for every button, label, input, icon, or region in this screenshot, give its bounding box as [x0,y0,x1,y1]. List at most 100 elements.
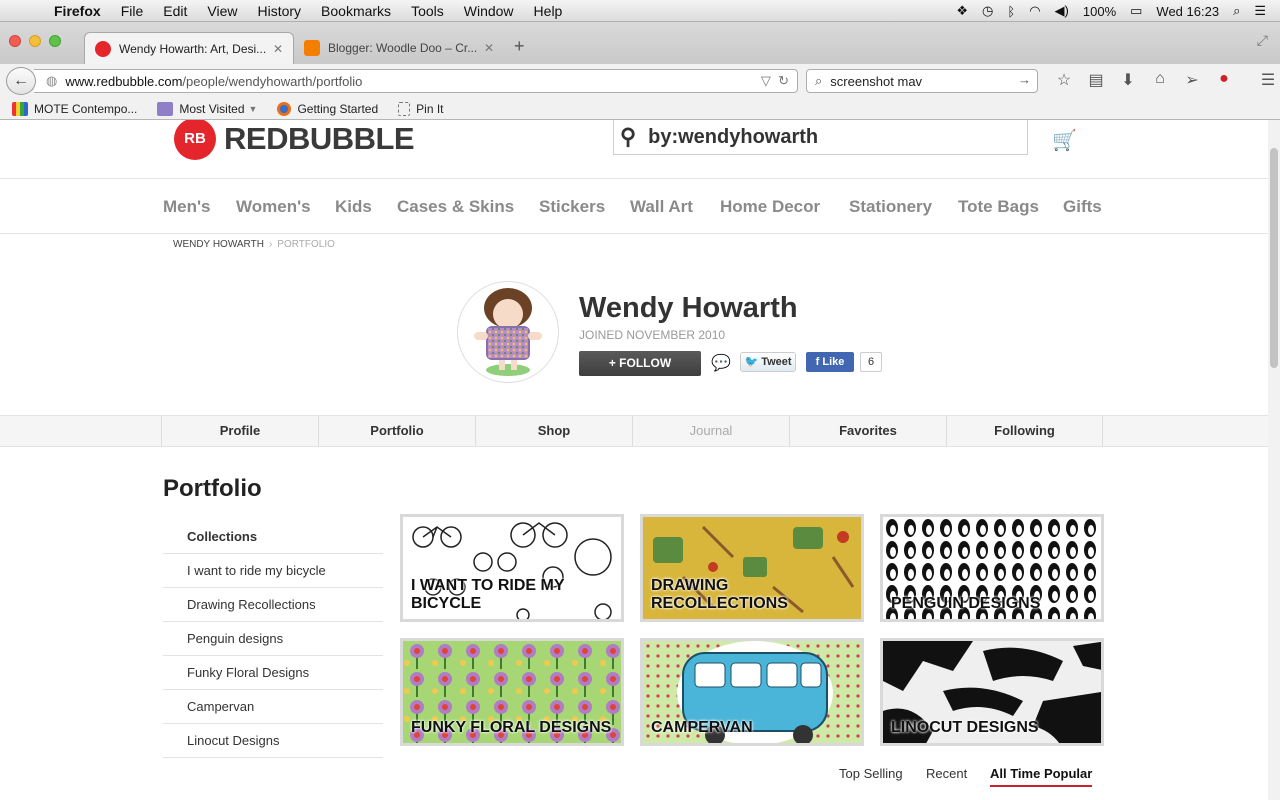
collection-link[interactable]: Linocut Designs [163,724,383,758]
category-gifts[interactable]: Gifts [1063,197,1102,217]
bookmark-pin-it[interactable]: Pin It [398,101,444,116]
menu-edit[interactable]: Edit [163,3,187,19]
avatar[interactable] [457,281,559,383]
url-path: /people/wendyhowarth/portfolio [182,73,363,89]
sort-recent[interactable]: Recent [926,766,967,781]
category-mens[interactable]: Men's [163,197,211,217]
tab-favorites[interactable]: Favorites [789,416,946,446]
app-menu[interactable]: Firefox [54,3,101,19]
collection-link[interactable]: Funky Floral Designs [163,656,383,690]
send-icon[interactable]: ➢ [1176,70,1208,90]
collection-link[interactable]: Drawing Recollections [163,588,383,622]
blogger-favicon-icon [304,40,320,56]
bookmark-most-visited[interactable]: Most Visited ▼ [157,101,257,116]
bookmark-star-icon[interactable]: ☆ [1048,70,1080,90]
new-tab-button[interactable]: + [514,36,525,57]
comment-icon[interactable]: 💬 [711,353,731,373]
menu-view[interactable]: View [207,3,237,19]
hamburger-menu-icon[interactable]: ☰ [1252,70,1280,90]
category-cases-skins[interactable]: Cases & Skins [397,197,514,217]
facebook-like-button[interactable]: f Like [806,352,854,372]
volume-icon[interactable]: ◀) [1055,3,1069,19]
timemachine-icon[interactable]: ◷ [982,3,993,19]
page-scrollbar[interactable] [1268,120,1280,800]
search-go-icon[interactable]: → [1018,72,1031,87]
category-stationery[interactable]: Stationery [849,197,932,217]
tile-label: I want to ride my bicycle [411,577,565,612]
url-bar[interactable]: ◍ www.redbubble.com /people/wendyhowarth… [34,69,798,93]
category-nav: Men's Women's Kids Cases & Skins Sticker… [0,178,1268,234]
back-button[interactable]: ← [6,67,36,95]
category-tote-bags[interactable]: Tote Bags [958,197,1039,217]
collection-link[interactable]: Campervan [163,690,383,724]
like-count: 6 [860,352,882,372]
collection-tile-floral[interactable]: Funky Floral Designs [400,638,624,746]
breadcrumb-parent[interactable]: Wendy Howarth [173,239,264,250]
pinterest-icon[interactable]: ● [1208,70,1240,90]
web-search-input[interactable]: ⌕ screenshot mav → [806,69,1038,93]
dropbox-icon[interactable]: ❖ [956,3,968,19]
close-tab-icon[interactable]: ✕ [484,41,494,55]
close-window-button[interactable] [9,35,21,47]
globe-icon[interactable]: ◍ [46,73,57,89]
page-title: Portfolio [163,475,262,502]
spotlight-icon[interactable]: ⌕ [1233,3,1240,19]
navigation-toolbar: ◍ www.redbubble.com /people/wendyhowarth… [0,64,1280,98]
tile-label: Penguin designs [891,595,1041,612]
zoom-window-button[interactable] [49,35,61,47]
tab-shop[interactable]: Shop [475,416,632,446]
bookmark-mote[interactable]: MOTE Contempo... [12,101,137,116]
collections-header[interactable]: Collections [163,520,383,554]
firefox-icon [277,101,292,116]
joined-date: Joined November 2010 [579,328,726,342]
wifi-icon[interactable]: ◠ [1029,3,1040,19]
fullscreen-icon[interactable]: ⤢ [1257,32,1268,49]
redbubble-logo[interactable]: RB REDBUBBLE [174,120,415,160]
category-stickers[interactable]: Stickers [539,197,605,217]
menu-history[interactable]: History [257,3,301,19]
minimize-window-button[interactable] [29,35,41,47]
bookmark-getting-started[interactable]: Getting Started [277,101,378,116]
sort-top-selling[interactable]: Top Selling [839,766,903,781]
close-tab-icon[interactable]: ✕ [273,42,283,56]
tab-following[interactable]: Following [946,416,1103,446]
follow-button[interactable]: + FOLLOW [579,351,701,376]
menu-bookmarks[interactable]: Bookmarks [321,3,391,19]
menu-file[interactable]: File [121,3,144,19]
collection-tile-linocut[interactable]: Linocut Designs [880,638,1104,746]
category-wall-art[interactable]: Wall Art [630,197,693,217]
collection-tile-penguin[interactable]: Penguin designs [880,514,1104,622]
collection-tile-campervan[interactable]: Campervan [640,638,864,746]
tile-label: Funky Floral Designs [411,719,612,736]
bluetooth-icon[interactable]: ᛒ [1007,4,1015,19]
tweet-button[interactable]: 🐦 Tweet [740,352,796,372]
menu-window[interactable]: Window [464,3,514,19]
cart-icon[interactable]: 🛒 [1052,128,1077,153]
browser-tab-blogger[interactable]: Blogger: Woodle Doo – Cr... ✕ [294,32,504,64]
reading-list-icon[interactable]: ▤ [1080,70,1112,90]
sort-all-time-popular[interactable]: All Time Popular [990,766,1093,787]
menu-help[interactable]: Help [534,3,563,19]
reload-icon[interactable]: ▽ ↻ [761,73,789,89]
search-icon[interactable]: ⚲ [620,124,636,150]
collection-tile-bicycle[interactable]: I want to ride my bicycle [400,514,624,622]
clock[interactable]: Wed 16:23 [1156,4,1219,19]
collection-tile-drawing[interactable]: Drawing Recollections [640,514,864,622]
notification-center-icon[interactable]: ☰ [1254,3,1266,19]
browser-tab-redbubble[interactable]: Wendy Howarth: Art, Desi... ✕ [84,32,294,64]
tab-profile[interactable]: Profile [161,416,318,446]
category-kids[interactable]: Kids [335,197,372,217]
site-search-input[interactable]: ⚲ by:wendyhowarth [613,120,1028,155]
home-icon[interactable]: ⌂ [1144,70,1176,90]
scrollbar-thumb[interactable] [1270,148,1278,368]
downloads-icon[interactable]: ⬇ [1112,70,1144,90]
menu-tools[interactable]: Tools [411,3,444,19]
page-icon [398,101,411,116]
tab-portfolio[interactable]: Portfolio [318,416,475,446]
category-womens[interactable]: Women's [236,197,311,217]
facebook-icon: f [815,356,820,368]
collection-link[interactable]: Penguin designs [163,622,383,656]
category-home-decor[interactable]: Home Decor [720,197,820,217]
collection-link[interactable]: I want to ride my bicycle [163,554,383,588]
battery-icon[interactable]: ▭ [1130,3,1142,19]
